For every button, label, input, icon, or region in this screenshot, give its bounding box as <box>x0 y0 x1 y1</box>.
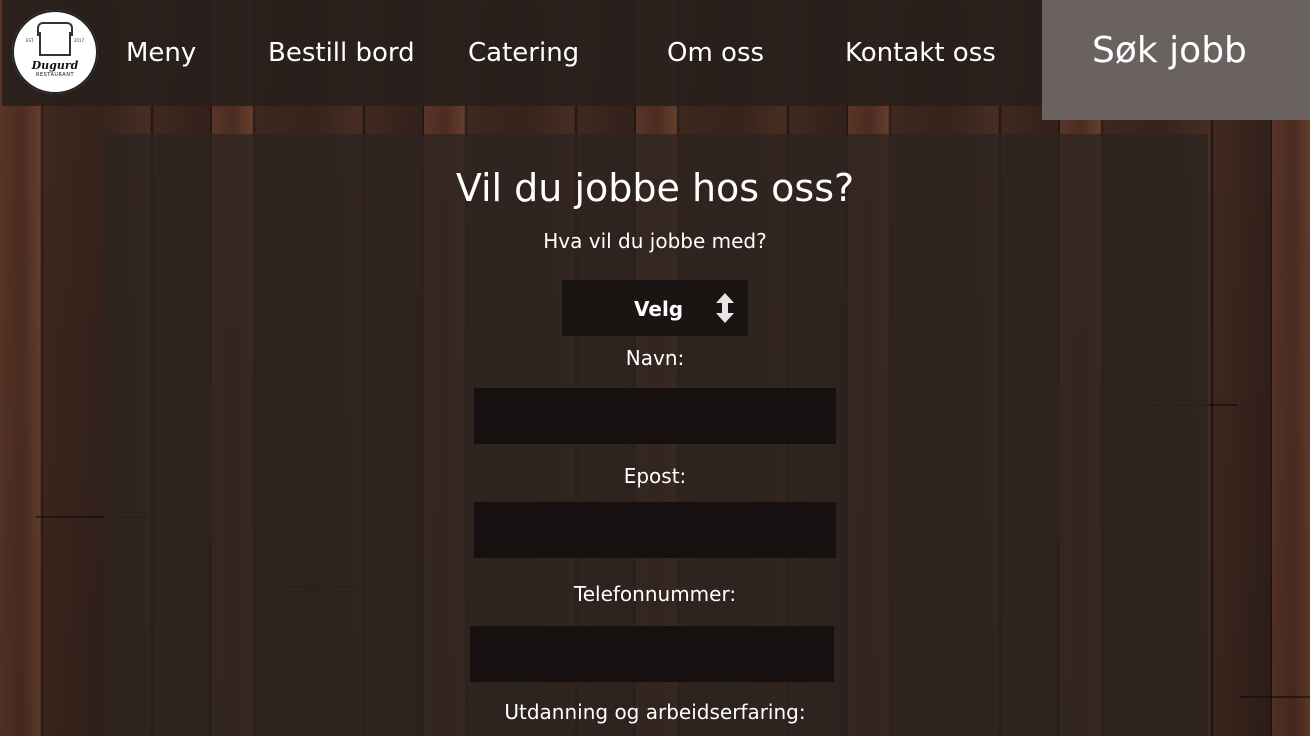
phone-field[interactable] <box>470 626 834 682</box>
email-field[interactable] <box>474 502 836 558</box>
position-question: Hva vil du jobbe med? <box>543 229 767 253</box>
nav-item-catering[interactable]: Catering <box>468 38 579 68</box>
logo-year: 2017 <box>73 38 84 43</box>
logo-subtitle: RESTAURANT <box>35 72 75 78</box>
experience-label: Utdanning og arbeidserfaring: <box>504 700 806 724</box>
nav-item-om-oss[interactable]: Om oss <box>667 38 764 68</box>
nav-item-meny[interactable]: Meny <box>126 38 196 68</box>
up-down-arrow-icon <box>716 293 734 323</box>
name-field[interactable] <box>474 388 836 444</box>
plank-seam <box>1240 696 1310 698</box>
email-label: Epost: <box>623 464 687 488</box>
position-select[interactable]: Velg <box>562 280 748 336</box>
nav-item-sok-jobb[interactable]: Søk jobb <box>1092 30 1247 71</box>
logo-est: EST. <box>26 38 35 43</box>
nav-item-kontakt-oss[interactable]: Kontakt oss <box>845 38 996 68</box>
restaurant-logo[interactable]: EST. 2017 Dugurd RESTAURANT <box>12 10 98 94</box>
nav-item-bestill-bord[interactable]: Bestill bord <box>268 38 415 68</box>
barn-icon <box>37 22 73 56</box>
logo-name: Dugurd <box>31 59 79 72</box>
page-title: Vil du jobbe hos oss? <box>455 166 855 210</box>
phone-label: Telefonnummer: <box>573 582 737 606</box>
select-value: Velg <box>634 297 684 321</box>
name-label: Navn: <box>625 346 685 370</box>
